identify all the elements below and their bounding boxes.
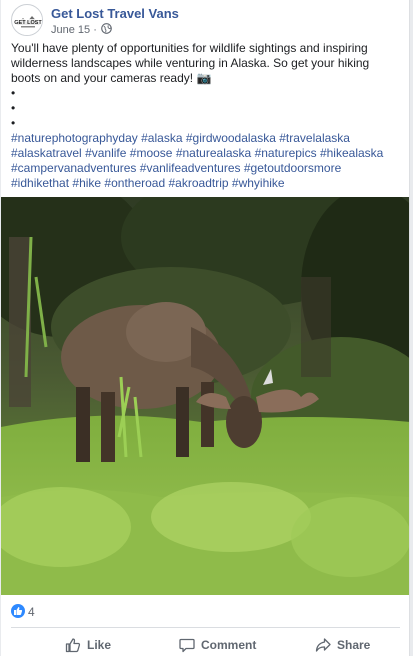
hashtag-link[interactable]: #vanlifeadventures	[140, 161, 241, 175]
hashtag-link[interactable]: #girdwoodalaska	[186, 131, 276, 145]
bullet-line: •	[11, 116, 16, 130]
post-header: GET LOST Get Lost Travel Vans June 15 ·	[11, 4, 401, 37]
bullet-line: •	[11, 101, 16, 115]
like-button[interactable]: Like	[65, 633, 111, 656]
hashtag-link[interactable]: #idhikethat	[11, 176, 69, 190]
hashtag-link[interactable]: #hike	[72, 176, 101, 190]
like-icon	[65, 637, 81, 652]
hashtag-list: #naturephotographyday #alaska #girdwooda…	[11, 131, 401, 191]
hashtag-line: #naturephotographyday #alaska #girdwooda…	[11, 131, 401, 146]
post-body: You'll have plenty of opportunities for …	[11, 41, 370, 85]
actions-divider	[11, 627, 400, 628]
page-logo: GET LOST	[13, 6, 42, 35]
hashtag-link[interactable]: #travelalaska	[279, 131, 350, 145]
hashtag-link[interactable]: #moose	[130, 146, 173, 160]
hashtag-link[interactable]: #getoutdoorsmore	[244, 161, 341, 175]
share-button[interactable]: Share	[315, 633, 370, 656]
hashtag-link[interactable]: #naturealaska	[176, 146, 251, 160]
page-avatar[interactable]: GET LOST	[11, 4, 43, 36]
post-actions: Like Comment Share	[11, 633, 400, 656]
post-photo-moose[interactable]	[1, 197, 409, 595]
share-label: Share	[337, 637, 371, 652]
post-card: GET LOST Get Lost Travel Vans June 15 · …	[1, 0, 410, 656]
like-label: Like	[87, 637, 112, 652]
hashtag-link[interactable]: #whyihike	[232, 176, 285, 190]
comment-icon	[179, 638, 195, 652]
hashtag-link[interactable]: #hikealaska	[320, 146, 383, 160]
reaction-count: 4	[28, 605, 35, 619]
hashtag-line: #campervanadventures #vanlifeadventures …	[11, 161, 401, 176]
comment-button[interactable]: Comment	[179, 633, 256, 656]
post-text: You'll have plenty of opportunities for …	[11, 41, 401, 131]
hashtag-link[interactable]: #alaskatravel	[11, 146, 82, 160]
share-icon	[315, 637, 331, 652]
hashtag-link[interactable]: #naturepics	[255, 146, 317, 160]
post-date[interactable]: June 15 ·	[51, 24, 97, 36]
hashtag-link[interactable]: #vanlife	[85, 146, 126, 160]
hashtag-link[interactable]: #campervanadventures	[11, 161, 136, 175]
svg-text:GET LOST: GET LOST	[14, 20, 42, 26]
thumbs-up-icon	[11, 604, 25, 618]
hashtag-link[interactable]: #alaska	[141, 131, 182, 145]
moose-photo-illustration	[1, 197, 409, 595]
page-name-link[interactable]: Get Lost Travel Vans	[51, 6, 179, 21]
hashtag-link[interactable]: #naturephotographyday	[11, 131, 138, 145]
bullet-line: •	[11, 86, 16, 100]
post-meta: June 15 ·	[51, 23, 112, 37]
hashtag-line: #idhikethat #hike #ontheroad #akroadtrip…	[11, 176, 401, 191]
hashtag-link[interactable]: #ontheroad	[104, 176, 165, 190]
globe-icon	[101, 23, 112, 37]
comment-label: Comment	[201, 637, 257, 652]
hashtag-line: #alaskatravel #vanlife #moose #natureala…	[11, 146, 401, 161]
hashtag-link[interactable]: #akroadtrip	[169, 176, 229, 190]
